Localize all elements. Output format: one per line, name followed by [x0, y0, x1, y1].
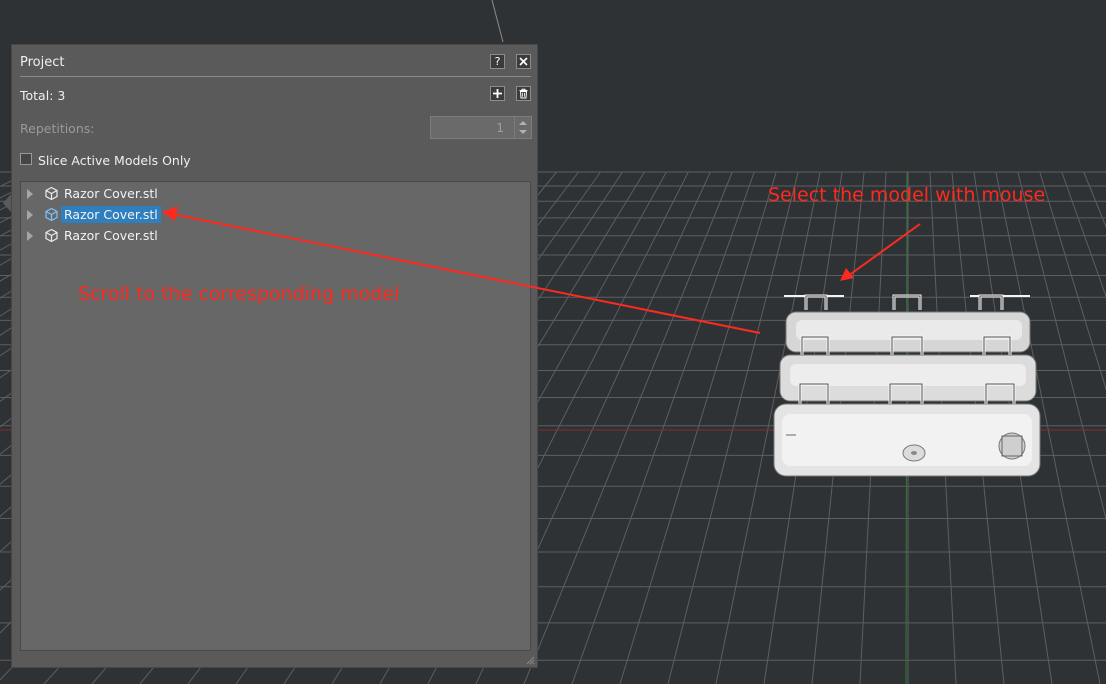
- tree-item-label: Razor Cover.stl: [64, 186, 158, 201]
- delete-model-button[interactable]: [516, 86, 531, 101]
- panel-title: Project: [20, 55, 65, 70]
- resize-grip-icon[interactable]: [525, 655, 535, 665]
- help-button[interactable]: ?: [490, 54, 505, 69]
- slice-active-models-label: Slice Active Models Only: [38, 153, 191, 168]
- trash-icon: [519, 88, 528, 99]
- close-icon: [519, 57, 528, 66]
- project-panel: Project ? Total: 3 Repetitions: 1 Slice …: [11, 44, 538, 668]
- annotation-scroll-hint: Scroll to the corresponding model: [78, 283, 400, 305]
- cube-icon: [45, 186, 58, 201]
- expand-arrow-icon[interactable]: [27, 210, 33, 220]
- title-divider: [20, 76, 531, 77]
- model-tree[interactable]: Razor Cover.stl Razor Cover.stl Razor Co…: [20, 181, 531, 651]
- expand-arrow-icon[interactable]: [27, 231, 33, 241]
- expand-arrow-icon[interactable]: [27, 189, 33, 199]
- annotation-select-hint: Select the model with mouse: [768, 184, 1046, 206]
- close-button[interactable]: [516, 54, 531, 69]
- spin-up-icon[interactable]: [519, 121, 527, 125]
- panel-pointer: [3, 194, 11, 212]
- slice-active-models-checkbox[interactable]: [20, 153, 32, 165]
- plus-icon: [493, 89, 502, 98]
- question-mark-icon: ?: [494, 55, 501, 68]
- add-model-button[interactable]: [490, 86, 505, 101]
- tree-item-label: Razor Cover.stl: [61, 206, 161, 223]
- cube-icon: [45, 207, 58, 222]
- spin-down-icon[interactable]: [519, 130, 527, 134]
- repetitions-label: Repetitions:: [20, 121, 95, 136]
- model-back: [784, 294, 1031, 353]
- tree-item-label: Razor Cover.stl: [64, 228, 158, 243]
- spin-arrows[interactable]: [514, 117, 531, 138]
- total-count: Total: 3: [20, 88, 66, 103]
- repetitions-value: 1: [496, 121, 504, 135]
- repetitions-spinbox[interactable]: 1: [430, 116, 532, 139]
- cube-icon: [45, 228, 58, 243]
